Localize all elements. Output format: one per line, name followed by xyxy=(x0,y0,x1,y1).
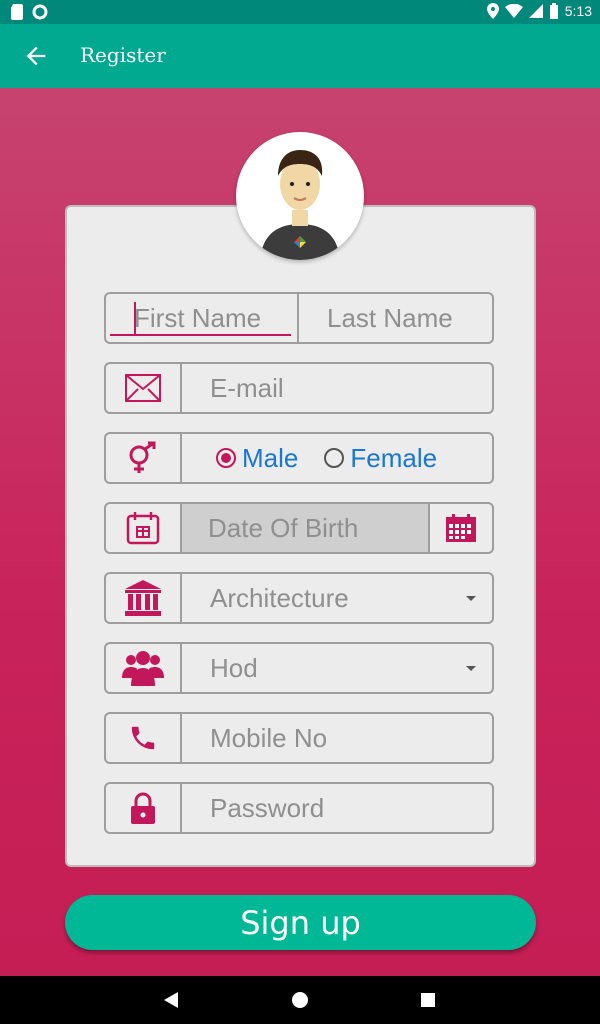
gender-icon-cell xyxy=(106,434,182,482)
dob-icon-cell xyxy=(106,504,182,552)
last-name-field[interactable] xyxy=(299,294,492,342)
gender-options: Male Female xyxy=(182,434,492,482)
male-radio[interactable] xyxy=(216,448,236,468)
app-bar: Register xyxy=(0,24,600,88)
institution-icon xyxy=(125,580,161,616)
department-icon-cell xyxy=(106,574,182,622)
gender-icon xyxy=(129,441,156,473)
group-icon xyxy=(122,651,164,686)
first-name-input[interactable] xyxy=(134,302,297,334)
wifi-icon xyxy=(504,4,523,18)
status-bar: 5:13 xyxy=(0,0,600,24)
department-value: Architecture xyxy=(210,582,349,613)
birthday-calendar-icon xyxy=(126,512,160,545)
text-cursor xyxy=(134,302,136,336)
password-input[interactable] xyxy=(210,792,492,824)
nav-home-icon[interactable] xyxy=(292,992,308,1008)
department-row: Architecture xyxy=(104,572,494,624)
lock-icon xyxy=(131,792,155,824)
page-title: Register xyxy=(80,43,166,67)
navigation-bar xyxy=(0,976,600,1024)
female-label: Female xyxy=(350,442,438,473)
gender-female-option[interactable]: Female xyxy=(324,443,437,474)
mobile-input[interactable] xyxy=(210,722,492,754)
mobile-icon-cell xyxy=(106,714,182,762)
email-row xyxy=(104,362,494,414)
battery-icon xyxy=(549,3,558,19)
signal-icon xyxy=(528,4,543,18)
back-arrow-icon[interactable] xyxy=(22,42,50,70)
gender-row: Male Female xyxy=(104,432,494,484)
male-label: Male xyxy=(242,442,299,473)
calendar-icon xyxy=(446,514,476,542)
first-name-field[interactable] xyxy=(106,294,299,342)
password-row xyxy=(104,782,494,834)
sd-card-icon xyxy=(11,4,23,20)
location-icon xyxy=(486,3,499,19)
sync-icon xyxy=(32,4,48,20)
dob-row: Date Of Birth xyxy=(104,502,494,554)
email-icon-cell xyxy=(106,364,182,412)
calendar-button[interactable] xyxy=(430,504,492,552)
status-time: 5:13 xyxy=(564,3,592,19)
role-select[interactable]: Hod xyxy=(182,644,492,692)
envelope-icon xyxy=(125,374,161,402)
last-name-input[interactable] xyxy=(327,302,492,334)
mobile-row xyxy=(104,712,494,764)
role-row: Hod xyxy=(104,642,494,694)
name-row xyxy=(104,292,494,344)
user-avatar-icon xyxy=(260,150,340,260)
password-icon-cell xyxy=(106,784,182,832)
avatar xyxy=(236,132,364,260)
mobile-field[interactable] xyxy=(182,714,492,762)
focus-underline xyxy=(110,334,291,336)
role-value: Hod xyxy=(210,652,258,683)
nav-recents-icon[interactable] xyxy=(421,993,435,1007)
dob-field[interactable]: Date Of Birth xyxy=(182,504,430,552)
password-field[interactable] xyxy=(182,784,492,832)
gender-male-option[interactable]: Male xyxy=(216,443,298,474)
department-select[interactable]: Architecture xyxy=(182,574,492,622)
signup-button[interactable]: Sign up xyxy=(65,895,536,950)
chevron-down-icon xyxy=(466,665,476,671)
nav-back-icon[interactable] xyxy=(164,992,178,1008)
chevron-down-icon xyxy=(466,595,476,601)
phone-icon xyxy=(131,726,155,750)
female-radio[interactable] xyxy=(324,448,345,468)
role-icon-cell xyxy=(106,644,182,692)
email-field[interactable] xyxy=(182,364,492,412)
email-input[interactable] xyxy=(210,372,492,404)
